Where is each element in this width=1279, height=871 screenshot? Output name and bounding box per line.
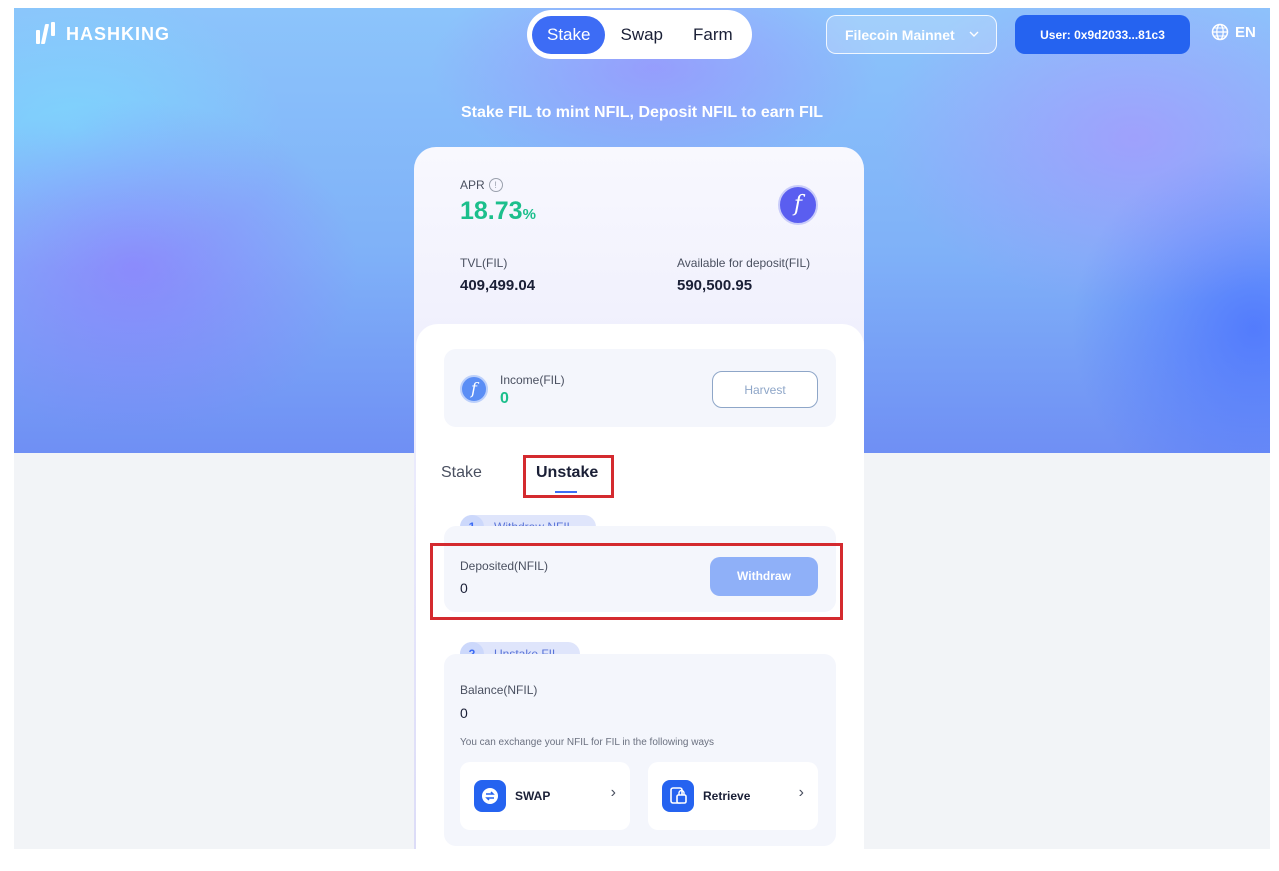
- income-value: 0: [500, 390, 509, 407]
- apr-value: 18.73%: [460, 197, 536, 226]
- swap-icon: [474, 780, 506, 812]
- balance-label: Balance(NFIL): [460, 683, 538, 697]
- exchange-hint: You can exchange your NFIL for FIL in th…: [460, 737, 715, 748]
- nav-tab-stake[interactable]: Stake: [532, 15, 606, 54]
- chevron-right-icon: ›: [610, 784, 616, 801]
- info-icon[interactable]: !: [488, 178, 503, 192]
- hashking-logo-icon: [36, 22, 58, 46]
- brand-logo[interactable]: HASHKING: [36, 22, 170, 46]
- available-deposit-label: Available for deposit(FIL): [677, 256, 811, 270]
- chevron-right-icon: ›: [798, 784, 804, 801]
- network-selector[interactable]: Filecoin Mainnet: [826, 15, 997, 54]
- apr-percent: %: [522, 206, 536, 223]
- retrieve-icon: [662, 780, 694, 812]
- app-viewport: HASHKING Stake Swap Farm Filecoin Mainne…: [14, 8, 1270, 849]
- filecoin-icon: f: [460, 375, 488, 403]
- retrieve-option[interactable]: Retrieve ›: [648, 762, 818, 830]
- user-address: User: 0x9d2033...81c3: [1040, 27, 1165, 42]
- income-label: Income(FIL): [500, 373, 565, 387]
- language-selector[interactable]: EN: [1211, 23, 1256, 41]
- nav-tab-swap[interactable]: Swap: [605, 16, 678, 54]
- retrieve-option-label: Retrieve: [703, 789, 751, 803]
- apr-label: APR: [460, 178, 485, 192]
- apr-number: 18.73: [460, 197, 523, 225]
- network-label: Filecoin Mainnet: [845, 26, 955, 43]
- harvest-button[interactable]: Harvest: [712, 371, 818, 408]
- balance-value: 0: [460, 705, 468, 721]
- stake-card: APR ! 18.73% f TVL(FIL) 409,499.04 Avail…: [414, 147, 864, 849]
- filecoin-icon: f: [778, 185, 818, 225]
- highlight-box-withdraw: [430, 543, 843, 620]
- user-account-button[interactable]: User: 0x9d2033...81c3: [1015, 15, 1190, 54]
- tvl-value: 409,499.04: [460, 277, 536, 294]
- language-label: EN: [1235, 23, 1256, 41]
- income-panel: f Income(FIL) 0 Harvest: [444, 349, 836, 427]
- swap-option[interactable]: SWAP ›: [460, 762, 630, 830]
- swap-option-label: SWAP: [515, 789, 551, 803]
- highlight-box-tab: [523, 455, 614, 498]
- available-deposit-value: 590,500.95: [677, 277, 753, 294]
- nav-tab-farm[interactable]: Farm: [678, 16, 748, 54]
- page-tagline: Stake FIL to mint NFIL, Deposit NFIL to …: [460, 104, 824, 121]
- brand-name: HASHKING: [66, 23, 171, 44]
- globe-icon: [1211, 23, 1229, 41]
- apr-label-row: APR !: [460, 178, 503, 192]
- tab-stake[interactable]: Stake: [441, 464, 482, 482]
- main-nav: Stake Swap Farm: [527, 10, 752, 59]
- card-body: f Income(FIL) 0 Harvest Stake Unstake 1 …: [416, 324, 864, 849]
- chevron-down-icon: [969, 31, 979, 37]
- tvl-label: TVL(FIL): [460, 256, 508, 270]
